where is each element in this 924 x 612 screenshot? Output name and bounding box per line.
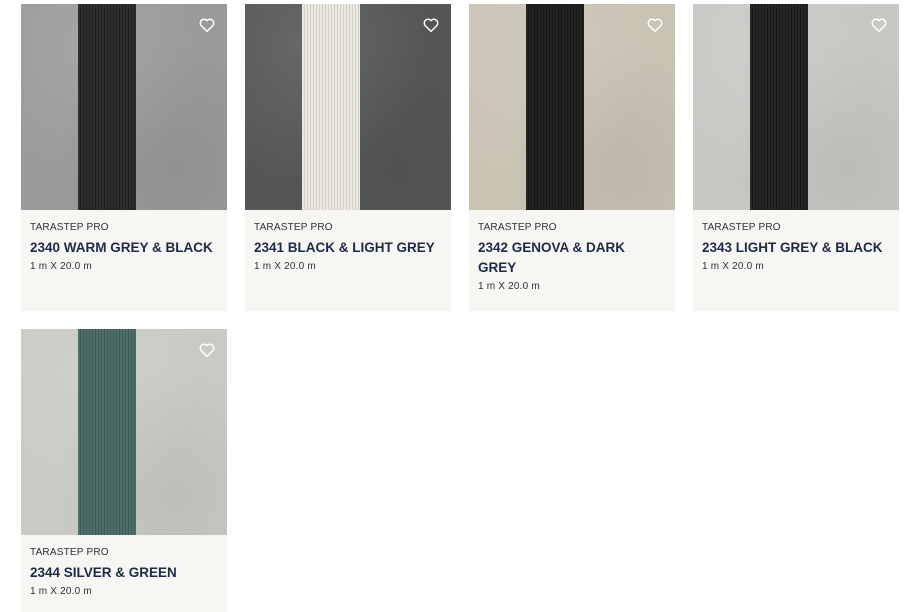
product-card[interactable]: TARASTEP PRO 2342 GENOVA & DARK GREY 1 m… [469,4,675,311]
product-info: TARASTEP PRO 2341 BLACK & LIGHT GREY 1 m… [245,210,451,282]
product-swatch-image[interactable] [469,4,675,210]
product-card[interactable]: TARASTEP PRO 2340 WARM GREY & BLACK 1 m … [21,4,227,311]
heart-outline-icon[interactable] [870,16,888,34]
product-info: TARASTEP PRO 2340 WARM GREY & BLACK 1 m … [21,210,227,282]
product-title[interactable]: 2344 SILVER & GREEN [30,563,218,583]
product-size: 1 m X 20.0 m [30,586,92,597]
product-size: 1 m X 20.0 m [30,261,92,272]
product-title[interactable]: 2343 LIGHT GREY & BLACK [702,238,890,258]
product-swatch-image[interactable] [693,4,899,210]
product-brand: TARASTEP PRO [30,547,109,558]
heart-outline-icon[interactable] [422,16,440,34]
heart-outline-icon[interactable] [646,16,664,34]
product-size: 1 m X 20.0 m [478,281,540,292]
heart-outline-icon[interactable] [198,16,216,34]
product-swatch-image[interactable] [21,4,227,210]
swatch-strip [526,4,584,210]
product-grid: TARASTEP PRO 2340 WARM GREY & BLACK 1 m … [0,0,924,612]
swatch-strip [78,4,136,210]
product-size: 1 m X 20.0 m [254,261,316,272]
product-brand: TARASTEP PRO [478,222,557,233]
product-brand: TARASTEP PRO [254,222,333,233]
product-brand: TARASTEP PRO [702,222,781,233]
product-info: TARASTEP PRO 2342 GENOVA & DARK GREY 1 m… [469,210,675,302]
swatch-strip [302,4,360,210]
swatch-strip [750,4,808,210]
heart-outline-icon[interactable] [198,341,216,359]
product-swatch-image[interactable] [21,329,227,535]
product-info: TARASTEP PRO 2344 SILVER & GREEN 1 m X 2… [21,535,227,607]
product-info: TARASTEP PRO 2343 LIGHT GREY & BLACK 1 m… [693,210,899,282]
product-card[interactable]: TARASTEP PRO 2343 LIGHT GREY & BLACK 1 m… [693,4,899,311]
product-title[interactable]: 2341 BLACK & LIGHT GREY [254,238,442,258]
product-title[interactable]: 2340 WARM GREY & BLACK [30,238,218,258]
product-card[interactable]: TARASTEP PRO 2344 SILVER & GREEN 1 m X 2… [21,329,227,612]
product-size: 1 m X 20.0 m [702,261,764,272]
product-brand: TARASTEP PRO [30,222,109,233]
product-swatch-image[interactable] [245,4,451,210]
product-title[interactable]: 2342 GENOVA & DARK GREY [478,238,666,278]
swatch-strip [78,329,136,535]
product-card[interactable]: TARASTEP PRO 2341 BLACK & LIGHT GREY 1 m… [245,4,451,311]
